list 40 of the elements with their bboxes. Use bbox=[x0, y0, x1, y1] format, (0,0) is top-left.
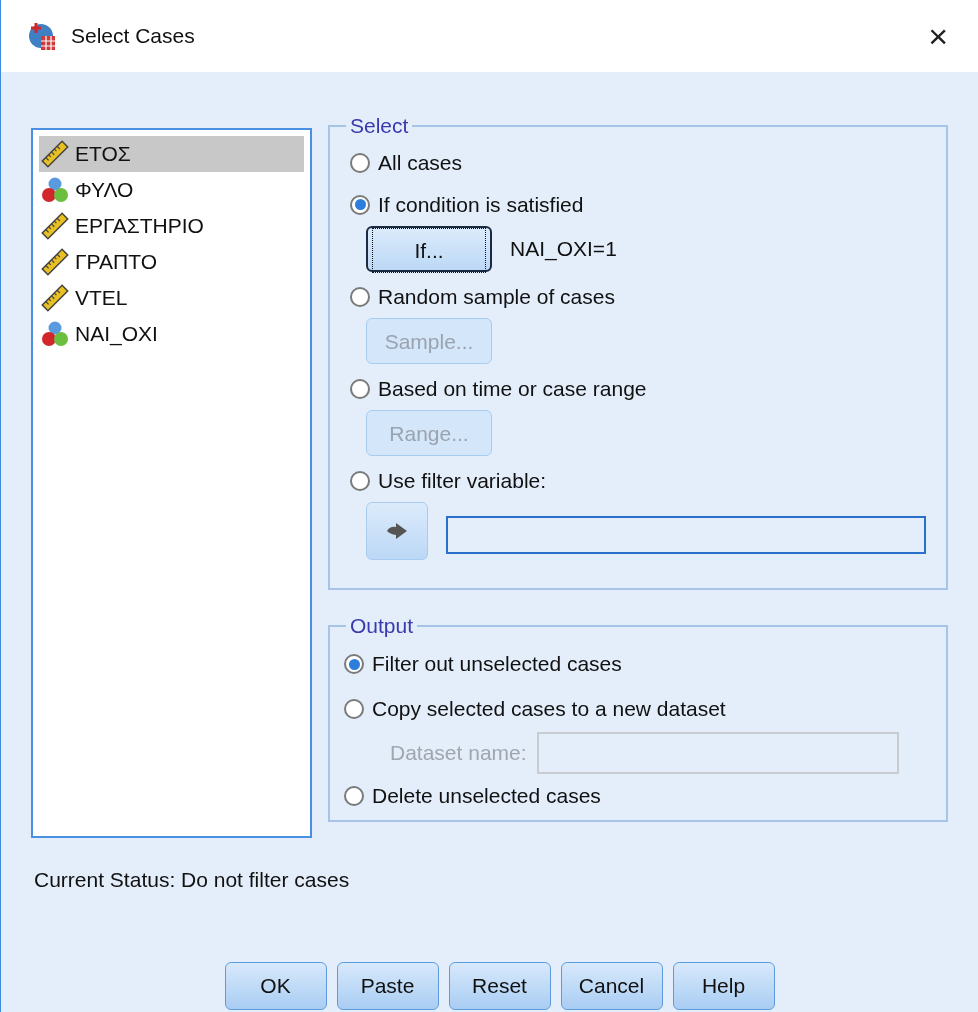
radio-label[interactable]: Delete unselected cases bbox=[372, 780, 601, 812]
dialog-button[interactable]: Cancel bbox=[560, 961, 663, 1010]
variable-item[interactable]: VTEL bbox=[39, 280, 304, 316]
dialog-button[interactable]: Reset bbox=[448, 961, 551, 1010]
variable-item[interactable]: ΕΤΟΣ bbox=[39, 136, 304, 172]
move-arrow-button[interactable] bbox=[366, 501, 428, 560]
radio-label[interactable]: All cases bbox=[378, 146, 463, 179]
field-label: Dataset name: bbox=[390, 739, 527, 766]
radio-label[interactable]: If condition is satisfied bbox=[378, 188, 584, 221]
close-button[interactable]: × bbox=[924, 19, 952, 53]
variable-item[interactable]: ΦΥΛΟ bbox=[39, 172, 304, 208]
variable-item[interactable]: NAI_OXI bbox=[39, 316, 304, 352]
variable-item[interactable]: ΕΡΓΑΣΤΗΡΙΟ bbox=[39, 208, 304, 244]
radio-label[interactable]: Filter out unselected cases bbox=[372, 648, 622, 680]
radio-button[interactable] bbox=[350, 286, 370, 307]
radio-button[interactable] bbox=[344, 654, 364, 674]
input-field[interactable] bbox=[446, 515, 926, 554]
dialog-button[interactable]: Help bbox=[672, 961, 775, 1010]
radio-label[interactable]: Use filter variable: bbox=[378, 464, 547, 497]
radio-button[interactable] bbox=[344, 786, 364, 806]
group-legend: Select bbox=[346, 110, 413, 142]
condition-text: NAI_OXI=1 bbox=[510, 235, 617, 263]
radio-label[interactable]: Random sample of cases bbox=[378, 280, 615, 313]
dialog-button[interactable]: OK bbox=[224, 961, 327, 1010]
window-title: Select Cases bbox=[71, 23, 195, 50]
radio-button[interactable] bbox=[350, 194, 370, 215]
three-circles-icon bbox=[41, 176, 69, 204]
radio-label[interactable]: Copy selected cases to a new dataset bbox=[372, 693, 726, 725]
radio-button[interactable] bbox=[350, 152, 370, 173]
variable-item[interactable]: ΓΡΑΠΤΟ bbox=[39, 244, 304, 280]
three-circles-icon bbox=[41, 320, 69, 348]
radio-button[interactable] bbox=[350, 470, 370, 491]
dialog-button[interactable]: Paste bbox=[336, 961, 439, 1010]
arrow-icon bbox=[386, 521, 408, 540]
radio-button[interactable] bbox=[344, 699, 364, 719]
radio-label[interactable]: Based on time or case range bbox=[378, 372, 647, 405]
group-legend: Output bbox=[346, 610, 418, 642]
status-text: Current Status: Do not filter cases bbox=[34, 868, 350, 891]
dialog-button[interactable]: If... bbox=[366, 225, 492, 272]
radio-button[interactable] bbox=[350, 378, 370, 399]
